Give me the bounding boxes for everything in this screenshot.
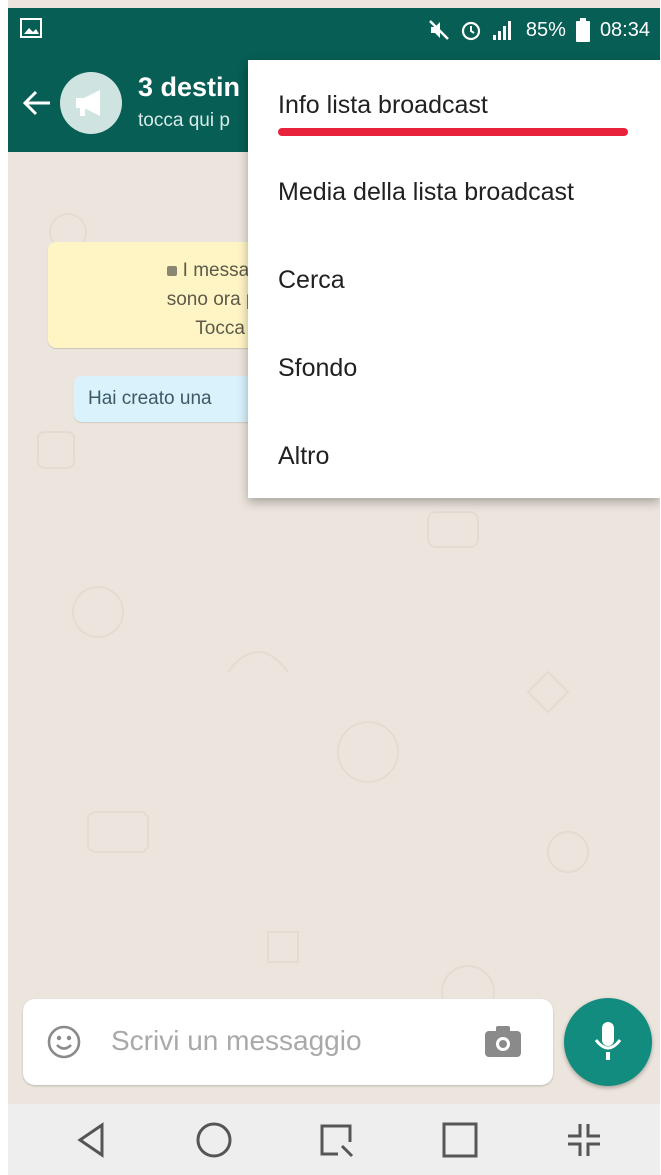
megaphone-icon [76, 90, 100, 116]
menu-item-media-lista-broadcast[interactable]: Media della lista broadcast [248, 148, 660, 236]
microphone-icon [594, 1022, 622, 1060]
battery-percentage: 85% [525, 18, 566, 41]
menu-item-info-lista-broadcast[interactable]: Info lista broadcast [248, 60, 660, 148]
message-input[interactable]: Scrivi un messaggio [111, 1025, 362, 1057]
system-navigation-bar [8, 1104, 660, 1175]
back-arrow-icon[interactable] [20, 86, 54, 120]
voice-record-button[interactable] [564, 998, 652, 1086]
chat-subtitle[interactable]: tocca qui p [138, 110, 230, 132]
camera-icon[interactable] [483, 1023, 523, 1059]
menu-item-label: Media della lista broadcast [278, 178, 574, 206]
menu-item-label: Info lista broadcast [278, 91, 488, 119]
menu-item-cerca[interactable]: Cerca [248, 236, 660, 324]
mute-icon [429, 20, 449, 40]
chat-title[interactable]: 3 destin [138, 72, 240, 103]
message-input-bar[interactable]: Scrivi un messaggio [23, 999, 553, 1085]
battery-icon [575, 18, 590, 42]
status-bar: 85% 08:34 [8, 8, 660, 52]
menu-item-altro[interactable]: Altro [248, 412, 660, 500]
menu-item-sfondo[interactable]: Sfondo [248, 324, 660, 412]
menu-item-label: Cerca [278, 266, 345, 294]
broadcast-avatar[interactable] [60, 72, 122, 134]
overflow-menu: Info lista broadcast Media della lista b… [248, 60, 660, 498]
emoji-icon[interactable] [47, 1025, 81, 1059]
nav-back-icon[interactable] [72, 1120, 112, 1160]
lock-icon [166, 266, 177, 276]
app-window: 85% 08:34 3 destin tocca qui p I messagg… [8, 0, 660, 1175]
menu-item-label: Altro [278, 442, 330, 470]
highlight-underline [278, 128, 628, 136]
nav-dual-window-icon[interactable] [564, 1120, 604, 1160]
menu-item-label: Sfondo [278, 354, 358, 382]
clock-time: 08:34 [599, 18, 650, 41]
nav-home-icon[interactable] [194, 1120, 234, 1160]
signal-icon [492, 21, 511, 40]
nav-recents-icon[interactable] [440, 1120, 480, 1160]
alarm-icon [461, 21, 481, 41]
gallery-notification-icon [20, 18, 42, 38]
nav-qslide-icon[interactable] [316, 1120, 356, 1160]
